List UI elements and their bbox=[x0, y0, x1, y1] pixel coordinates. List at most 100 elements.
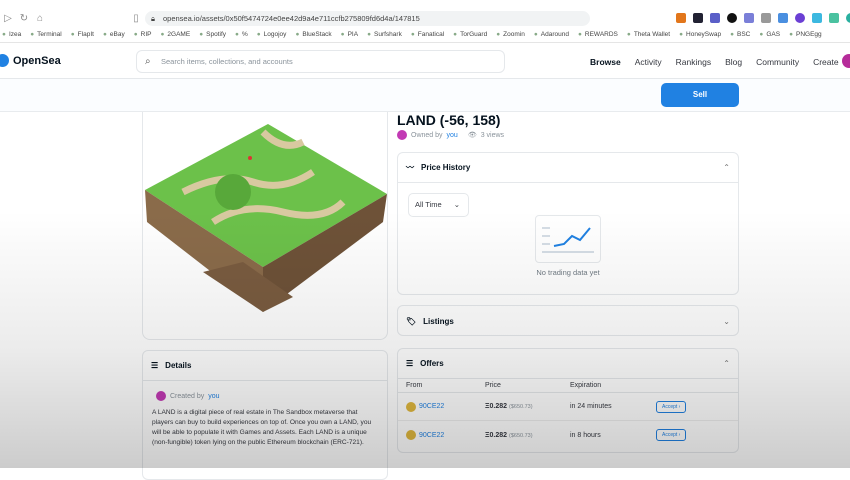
bookmark[interactable]: HoneySwap bbox=[679, 31, 721, 38]
extension-icon[interactable] bbox=[761, 13, 771, 23]
bookmark-icon[interactable]: ▯ bbox=[128, 13, 144, 24]
bookmark[interactable]: eBay bbox=[103, 31, 125, 38]
extension-icon[interactable] bbox=[778, 13, 788, 23]
listings-panel: 🏷︎ Listings ⌄ bbox=[397, 305, 739, 336]
offer-from-link[interactable]: 90CE22 bbox=[419, 432, 444, 439]
extension-icon[interactable] bbox=[846, 13, 850, 23]
bookmark[interactable]: REWARDS bbox=[578, 31, 618, 38]
accept-button[interactable]: Accept › bbox=[656, 400, 687, 413]
bookmark[interactable]: BlueStack bbox=[295, 31, 331, 38]
extension-icon[interactable] bbox=[710, 13, 720, 23]
offer-price: 0.282 bbox=[489, 431, 508, 439]
action-bar: Sell bbox=[0, 79, 850, 112]
price-history-title: Price History bbox=[421, 163, 471, 172]
bookmark[interactable]: Spotify bbox=[199, 31, 226, 38]
accept-label: Accept bbox=[662, 432, 678, 438]
bookmark[interactable]: Surfshark bbox=[367, 31, 402, 38]
sell-button[interactable]: Sell bbox=[661, 83, 739, 107]
home-icon[interactable]: ⌂ bbox=[32, 13, 48, 24]
offers-panel: ☰ Offers ⌃ From Price Expiration 90CE22 Ξ0… bbox=[397, 348, 739, 453]
bookmark[interactable]: PIA bbox=[341, 31, 358, 38]
bookmark[interactable]: GAS bbox=[759, 31, 780, 38]
address-bar[interactable]: 🔒︎ opensea.io/assets/0x50f5474724e0ee42d9… bbox=[145, 11, 590, 26]
logo-text: OpenSea bbox=[13, 54, 61, 67]
opensea-logo-icon bbox=[0, 54, 9, 67]
trend-icon: 〰 bbox=[406, 163, 414, 172]
listings-title: Listings bbox=[423, 316, 454, 326]
extension-icon[interactable] bbox=[829, 13, 839, 23]
extension-icon[interactable] bbox=[812, 13, 822, 23]
main-nav: Browse Activity Rankings Blog Community … bbox=[590, 44, 839, 79]
nav-browse[interactable]: Browse bbox=[590, 57, 621, 67]
bookmark[interactable]: Terminal bbox=[30, 31, 62, 38]
bookmark[interactable]: Logojoy bbox=[257, 31, 287, 38]
price-history-header[interactable]: 〰 Price History ⌃ bbox=[398, 153, 738, 183]
nav-create[interactable]: Create bbox=[813, 57, 839, 67]
forward-icon[interactable]: ▷ bbox=[0, 13, 16, 24]
owned-label: Owned by bbox=[411, 131, 443, 139]
col-from: From bbox=[406, 382, 423, 389]
time-range-select[interactable]: All Time ⌄ bbox=[408, 193, 469, 217]
price-history-panel: 〰 Price History ⌃ All Time ⌄ No trading dat… bbox=[397, 152, 739, 295]
bookmark[interactable]: FlapIt bbox=[71, 31, 94, 38]
owner-link[interactable]: you bbox=[447, 132, 458, 139]
offer-expiration: in 24 minutes bbox=[570, 403, 612, 410]
bookmark[interactable]: PNGEgg bbox=[789, 31, 822, 38]
opensea-logo[interactable]: OpenSea bbox=[0, 54, 61, 67]
eye-icon: 👁︎ bbox=[467, 132, 477, 139]
extension-icon[interactable] bbox=[795, 13, 805, 23]
bookmark[interactable]: TorGuard bbox=[453, 31, 487, 38]
bookmark[interactable]: BSC bbox=[730, 31, 750, 38]
nav-activity[interactable]: Activity bbox=[635, 57, 662, 67]
nav-blog[interactable]: Blog bbox=[725, 57, 742, 67]
bookmark[interactable]: % bbox=[235, 31, 248, 38]
bookmark[interactable]: Fanatical bbox=[411, 31, 444, 38]
user-avatar bbox=[406, 430, 416, 440]
creator-link[interactable]: you bbox=[208, 393, 219, 400]
extensions bbox=[676, 13, 850, 23]
table-row: 90CE22 Ξ0.282 ($650.73) in 8 hours Accep… bbox=[398, 421, 738, 449]
extension-icon[interactable] bbox=[744, 13, 754, 23]
bookmark[interactable]: RIP bbox=[134, 31, 152, 38]
bookmark[interactable]: Adaround bbox=[534, 31, 569, 38]
offers-header[interactable]: ☰ Offers ⌃ bbox=[398, 349, 738, 379]
site-header: OpenSea ⌕ Search items, collections, and … bbox=[0, 44, 850, 79]
nav-rankings[interactable]: Rankings bbox=[676, 57, 711, 67]
bookmark[interactable]: Izea bbox=[2, 31, 21, 38]
reload-icon[interactable]: ↻ bbox=[16, 13, 32, 24]
land-image bbox=[145, 124, 387, 312]
bookmark[interactable]: Theta Wallet bbox=[627, 31, 670, 38]
asset-image[interactable] bbox=[142, 112, 388, 340]
browser-toolbar: ▷ ↻ ⌂ ▯ 🔒︎ opensea.io/assets/0x50f5474724… bbox=[0, 10, 850, 27]
bookmark[interactable]: Zoomin bbox=[496, 31, 525, 38]
extension-icon[interactable] bbox=[693, 13, 703, 23]
user-avatar[interactable] bbox=[842, 54, 850, 68]
description: A LAND is a digital piece of real estate… bbox=[152, 409, 372, 446]
details-title: Details bbox=[165, 361, 192, 370]
details-header[interactable]: ☰ Details bbox=[143, 351, 387, 381]
offer-price: 0.282 bbox=[489, 403, 508, 410]
offers-title: Offers bbox=[420, 359, 444, 368]
table-row: 90CE22 Ξ0.282 ($650.73) in 24 minutes Ac… bbox=[398, 393, 738, 421]
created-label: Created by bbox=[170, 392, 205, 400]
offer-expiration: in 8 hours bbox=[570, 431, 601, 439]
empty-chart-icon bbox=[535, 215, 601, 263]
offer-usd: ($650.73) bbox=[509, 432, 533, 439]
search-icon: ⌕ bbox=[145, 56, 151, 67]
accept-button[interactable]: Accept › bbox=[656, 429, 687, 441]
creator-avatar bbox=[156, 391, 166, 401]
details-panel: ☰ Details Created by you A LAND is a digit… bbox=[142, 350, 388, 480]
bookmarks-bar: Izea Terminal FlapIt eBay RIP 2GAME Spot… bbox=[0, 27, 850, 43]
no-data-text: No trading data yet bbox=[536, 268, 600, 277]
window-top bbox=[0, 0, 850, 10]
bookmark[interactable]: 2GAME bbox=[160, 31, 190, 38]
chevron-up-icon: ⌃ bbox=[723, 359, 730, 368]
tag-icon: 🏷︎ bbox=[406, 316, 417, 326]
offer-from-link[interactable]: 90CE22 bbox=[419, 403, 444, 410]
metamask-icon[interactable] bbox=[676, 13, 686, 23]
extension-icon[interactable] bbox=[727, 13, 737, 23]
search-input[interactable]: ⌕ Search items, collections, and accounts bbox=[136, 50, 505, 73]
listings-header[interactable]: 🏷︎ Listings ⌄ bbox=[398, 306, 738, 336]
list-icon: ☰ bbox=[406, 359, 414, 368]
nav-community[interactable]: Community bbox=[756, 57, 799, 67]
